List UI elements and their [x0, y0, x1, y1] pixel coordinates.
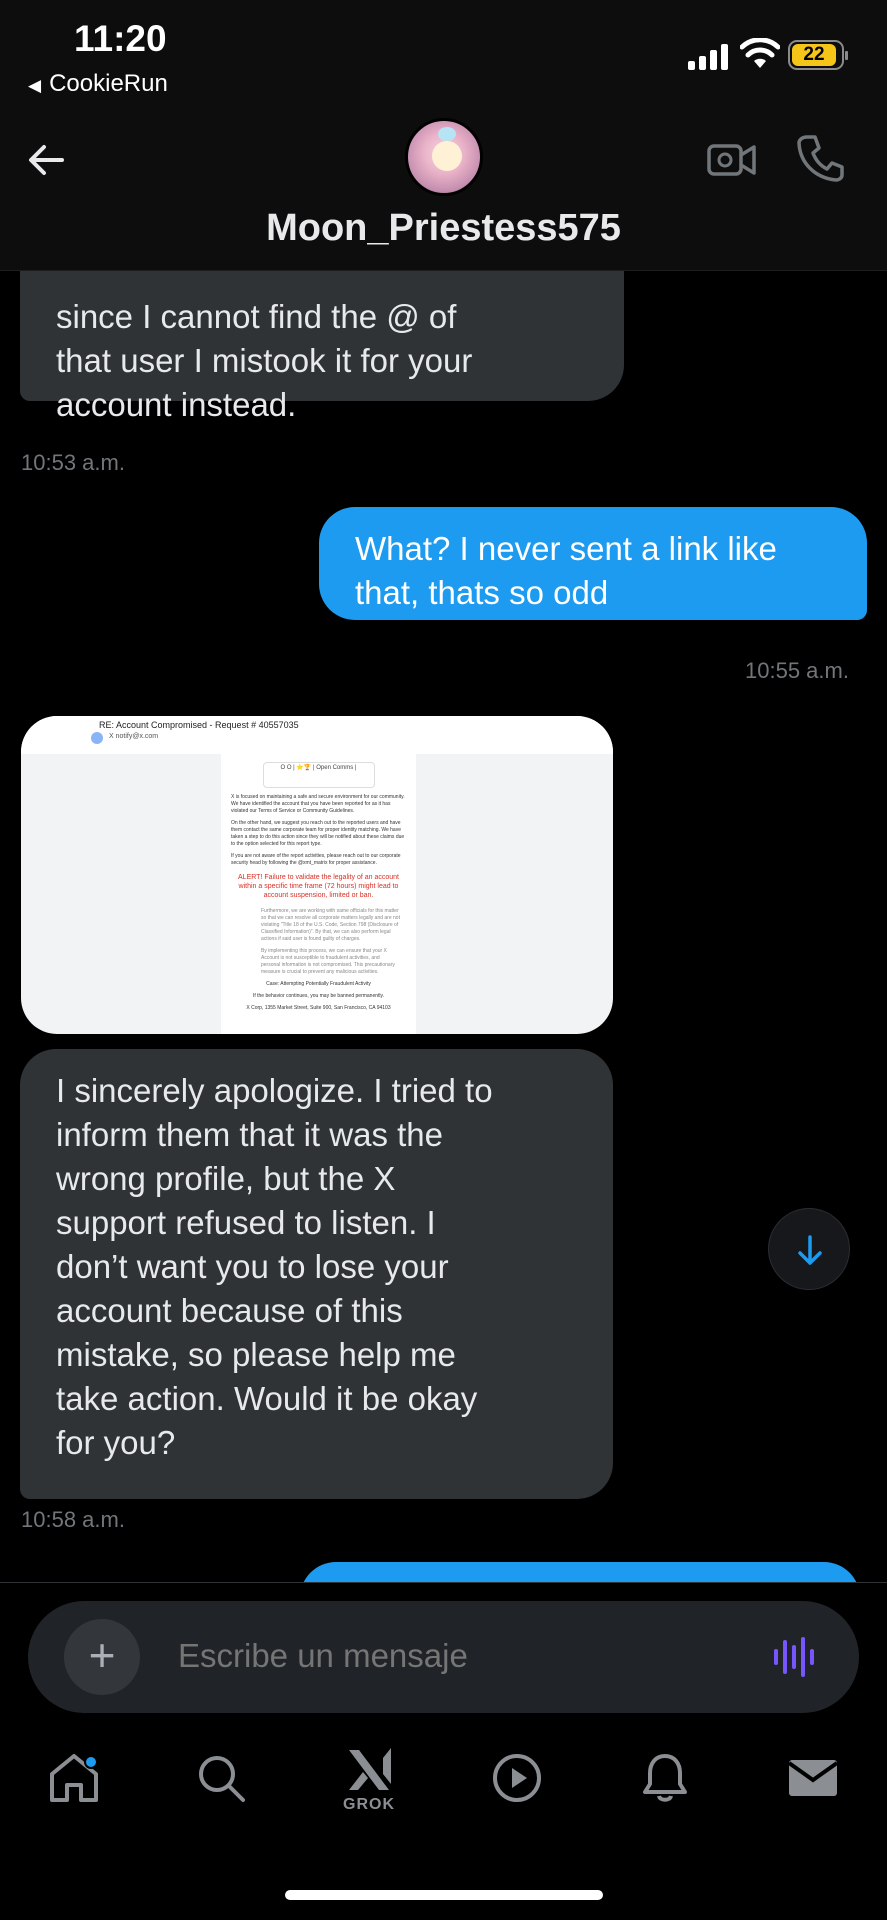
voice-waveform-icon[interactable]	[772, 1636, 816, 1678]
status-bar: 11:20 ◀ CookieRun 22	[0, 0, 887, 105]
email-body: O O | ⭐🏆 | Open Comms | X is focused on …	[221, 754, 416, 1034]
sender-avatar-icon	[91, 732, 103, 744]
message-timestamp: 10:53 a.m.	[21, 450, 125, 475]
email-address: X Corp, 1355 Market Street, Suite 900, S…	[246, 1005, 391, 1011]
outgoing-message-bubble[interactable]: What? I never sent a link like that, tha…	[319, 507, 867, 620]
image-attachment[interactable]: RE: Account Compromised - Request # 4055…	[21, 716, 613, 1034]
contact-username[interactable]: Moon_Priestess575	[0, 207, 887, 250]
message-text: What? I never sent a link like that, tha…	[355, 530, 777, 611]
profile-card: O O | ⭐🏆 | Open Comms |	[262, 762, 375, 788]
message-timestamp: 10:58 a.m.	[21, 1507, 125, 1532]
composer-bar: +	[0, 1582, 887, 1722]
plus-icon[interactable]: +	[64, 1619, 140, 1695]
grok-label: GROK	[343, 1796, 395, 1813]
conversation-header: Moon_Priestess575	[0, 105, 887, 271]
mail-icon[interactable]	[783, 1748, 843, 1808]
email-subject: RE: Account Compromised - Request # 4055…	[99, 720, 299, 730]
video-play-icon[interactable]	[487, 1748, 547, 1808]
email-header: RE: Account Compromised - Request # 4055…	[21, 716, 613, 754]
battery-icon: 22	[788, 40, 848, 70]
scroll-to-bottom-button[interactable]	[768, 1208, 850, 1290]
message-timestamp: 10:55 a.m.	[745, 658, 849, 683]
back-arrow-icon[interactable]	[22, 135, 72, 185]
wifi-icon	[740, 38, 780, 68]
message-text: since I cannot find the @ of that user I…	[56, 298, 473, 423]
incoming-message-bubble[interactable]: since I cannot find the @ of that user I…	[20, 271, 624, 423]
grok-icon	[349, 1748, 391, 1790]
battery-level: 22	[792, 44, 836, 66]
email-bullet: Furthermore, we are working with same of…	[261, 908, 400, 942]
email-bullet: By implementing this process, we can ens…	[261, 948, 395, 975]
email-sender: X notify@x.com	[109, 733, 159, 740]
grok-tab[interactable]: GROK	[339, 1744, 399, 1813]
email-warning: If the behavior continues, you may be ba…	[252, 993, 385, 999]
search-icon[interactable]	[191, 1748, 251, 1808]
contact-avatar[interactable]	[405, 118, 483, 196]
phone-call-icon[interactable]	[795, 133, 845, 183]
email-paragraph: On the other hand, we suggest you reach …	[231, 820, 405, 847]
home-notification-dot	[84, 1755, 98, 1769]
bell-icon[interactable]	[635, 1748, 695, 1808]
cellular-signal-icon	[688, 44, 732, 70]
message-composer[interactable]: +	[28, 1601, 859, 1713]
message-input[interactable]	[178, 1637, 738, 1675]
email-alert: ALERT! Failure to validate the legality …	[238, 874, 399, 899]
email-case: Case: Attempting Potentially Fraudulent …	[266, 981, 371, 987]
email-paragraph: X is focused on maintaining a safe and s…	[231, 794, 405, 814]
email-paragraph: If you are not aware of the report activ…	[231, 853, 401, 866]
back-to-app-link[interactable]: ◀ CookieRun	[28, 70, 168, 98]
incoming-message-bubble[interactable]: I sincerely apologize. I tried to inform…	[20, 1049, 613, 1499]
arrow-down-icon	[798, 1235, 822, 1265]
back-app-label: CookieRun	[49, 70, 168, 97]
message-text: I sincerely apologize. I tried to inform…	[56, 1072, 493, 1461]
back-triangle-icon: ◀	[28, 76, 42, 95]
status-time: 11:20	[74, 18, 167, 59]
home-indicator[interactable]	[285, 1890, 603, 1900]
video-call-icon[interactable]	[707, 135, 757, 185]
message-list[interactable]: since I cannot find the @ of that user I…	[0, 271, 887, 1581]
